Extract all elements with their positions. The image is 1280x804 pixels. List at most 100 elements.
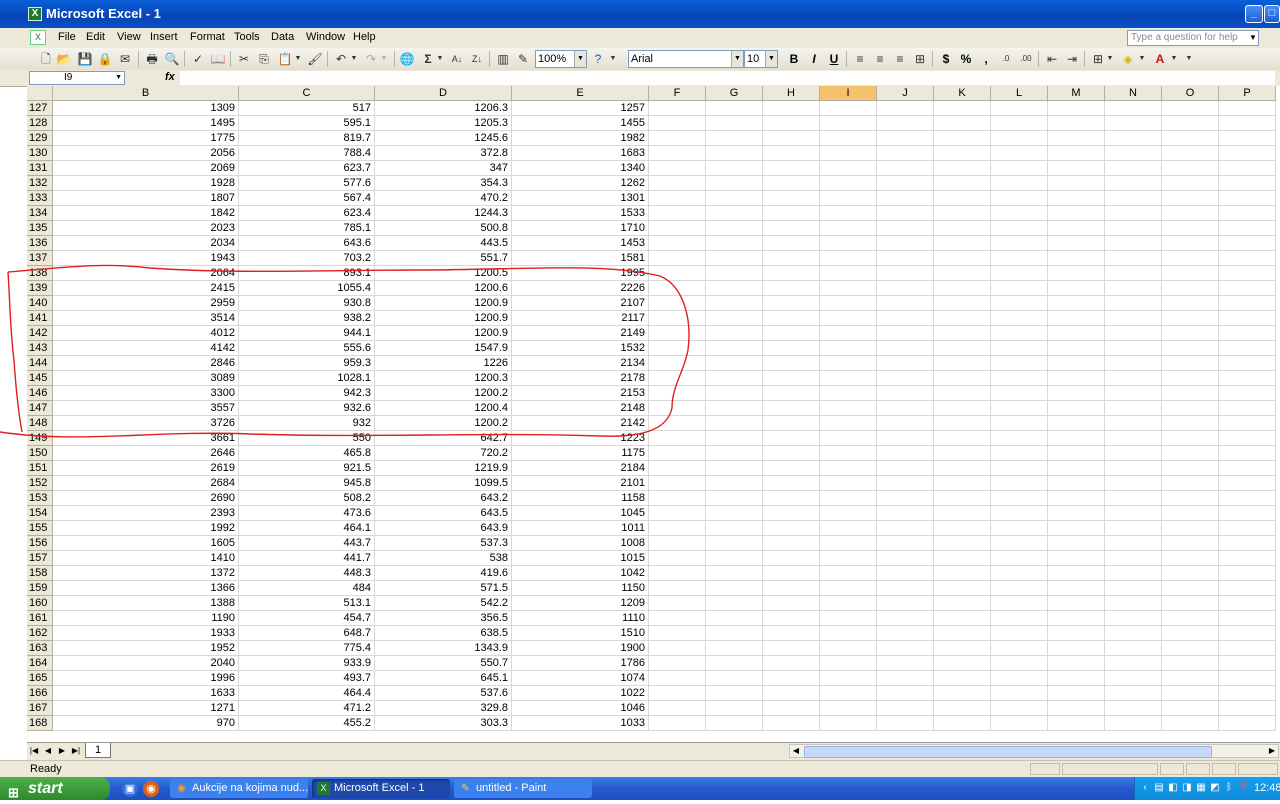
cell-m[interactable]: [1048, 476, 1105, 491]
cell-h[interactable]: [763, 551, 820, 566]
menu-file[interactable]: File: [58, 31, 76, 43]
cell-m[interactable]: [1048, 146, 1105, 161]
cell-f[interactable]: [649, 266, 706, 281]
cell-k[interactable]: [934, 551, 991, 566]
cell-d[interactable]: 1200.9: [375, 311, 512, 326]
cell-o[interactable]: [1162, 311, 1219, 326]
cell-h[interactable]: [763, 101, 820, 116]
cell-d[interactable]: 1205.3: [375, 116, 512, 131]
font-dropdown-icon[interactable]: ▼: [731, 51, 743, 67]
next-sheet-icon[interactable]: ▶: [57, 745, 67, 757]
undo-dropdown-icon[interactable]: ▼: [350, 51, 358, 67]
first-sheet-icon[interactable]: |◀: [29, 745, 39, 757]
cell-k[interactable]: [934, 686, 991, 701]
cell-o[interactable]: [1162, 296, 1219, 311]
cell-d[interactable]: 354.3: [375, 176, 512, 191]
cell-f[interactable]: [649, 221, 706, 236]
cell-b[interactable]: 1943: [53, 251, 239, 266]
excel-app-icon[interactable]: X: [28, 7, 42, 21]
cell-i[interactable]: [820, 386, 877, 401]
cell-m[interactable]: [1048, 626, 1105, 641]
minimize-button[interactable]: _: [1245, 5, 1263, 23]
cell-e[interactable]: 1223: [512, 431, 649, 446]
cell-p[interactable]: [1219, 281, 1276, 296]
cell-i[interactable]: [820, 536, 877, 551]
cell-f[interactable]: [649, 191, 706, 206]
cell-j[interactable]: [877, 401, 934, 416]
cell-m[interactable]: [1048, 611, 1105, 626]
row-header[interactable]: 143: [27, 341, 53, 356]
cell-d[interactable]: 550.7: [375, 656, 512, 671]
cell-c[interactable]: 595.1: [239, 116, 375, 131]
cell-l[interactable]: [991, 251, 1048, 266]
cell-k[interactable]: [934, 116, 991, 131]
cell-c[interactable]: 933.9: [239, 656, 375, 671]
cell-f[interactable]: [649, 281, 706, 296]
email-icon[interactable]: ✉: [117, 51, 133, 67]
cell-n[interactable]: [1105, 251, 1162, 266]
row-header[interactable]: 136: [27, 236, 53, 251]
format-painter-icon[interactable]: 🖌: [307, 51, 323, 67]
cell-d[interactable]: 1244.3: [375, 206, 512, 221]
cell-o[interactable]: [1162, 236, 1219, 251]
cell-j[interactable]: [877, 641, 934, 656]
cell-o[interactable]: [1162, 551, 1219, 566]
increase-indent-icon[interactable]: ⇥: [1064, 51, 1080, 67]
cell-e[interactable]: 1900: [512, 641, 649, 656]
cell-e[interactable]: 1042: [512, 566, 649, 581]
formula-input[interactable]: [180, 71, 1275, 85]
column-header-h[interactable]: H: [763, 86, 820, 101]
menu-data[interactable]: Data: [271, 31, 294, 43]
cell-p[interactable]: [1219, 641, 1276, 656]
tray-app-icon[interactable]: ▦: [1195, 782, 1207, 794]
fill-color-icon[interactable]: ◈: [1120, 51, 1136, 67]
cell-c[interactable]: 484: [239, 581, 375, 596]
cell-l[interactable]: [991, 101, 1048, 116]
cell-j[interactable]: [877, 521, 934, 536]
font-size-select[interactable]: 10 ▼: [744, 50, 778, 68]
cell-c[interactable]: 785.1: [239, 221, 375, 236]
cell-j[interactable]: [877, 626, 934, 641]
cell-p[interactable]: [1219, 206, 1276, 221]
autosum-dropdown-icon[interactable]: ▼: [436, 51, 444, 67]
cell-b[interactable]: 3557: [53, 401, 239, 416]
cell-p[interactable]: [1219, 371, 1276, 386]
cell-b[interactable]: 2959: [53, 296, 239, 311]
cell-o[interactable]: [1162, 431, 1219, 446]
cell-n[interactable]: [1105, 701, 1162, 716]
cell-o[interactable]: [1162, 401, 1219, 416]
row-header[interactable]: 131: [27, 161, 53, 176]
cell-p[interactable]: [1219, 176, 1276, 191]
chart-wizard-icon[interactable]: ▥: [495, 51, 511, 67]
cell-n[interactable]: [1105, 716, 1162, 731]
cell-d[interactable]: 356.5: [375, 611, 512, 626]
cell-c[interactable]: 577.6: [239, 176, 375, 191]
cell-j[interactable]: [877, 446, 934, 461]
cell-n[interactable]: [1105, 596, 1162, 611]
cell-i[interactable]: [820, 101, 877, 116]
cell-o[interactable]: [1162, 416, 1219, 431]
cell-d[interactable]: 1200.6: [375, 281, 512, 296]
cell-g[interactable]: [706, 266, 763, 281]
row-header[interactable]: 154: [27, 506, 53, 521]
cell-i[interactable]: [820, 596, 877, 611]
cell-c[interactable]: 945.8: [239, 476, 375, 491]
cell-d[interactable]: 1206.3: [375, 101, 512, 116]
cell-h[interactable]: [763, 341, 820, 356]
borders-icon[interactable]: ⊞: [1090, 51, 1106, 67]
cell-f[interactable]: [649, 161, 706, 176]
cell-k[interactable]: [934, 221, 991, 236]
cell-o[interactable]: [1162, 206, 1219, 221]
cell-l[interactable]: [991, 401, 1048, 416]
font-select[interactable]: Arial ▼: [628, 50, 744, 68]
bold-icon[interactable]: B: [786, 51, 802, 67]
cell-f[interactable]: [649, 506, 706, 521]
column-header-m[interactable]: M: [1048, 86, 1105, 101]
cell-g[interactable]: [706, 521, 763, 536]
cell-i[interactable]: [820, 626, 877, 641]
cell-b[interactable]: 1410: [53, 551, 239, 566]
cell-d[interactable]: 347: [375, 161, 512, 176]
cell-h[interactable]: [763, 686, 820, 701]
cell-i[interactable]: [820, 611, 877, 626]
cell-d[interactable]: 1245.6: [375, 131, 512, 146]
